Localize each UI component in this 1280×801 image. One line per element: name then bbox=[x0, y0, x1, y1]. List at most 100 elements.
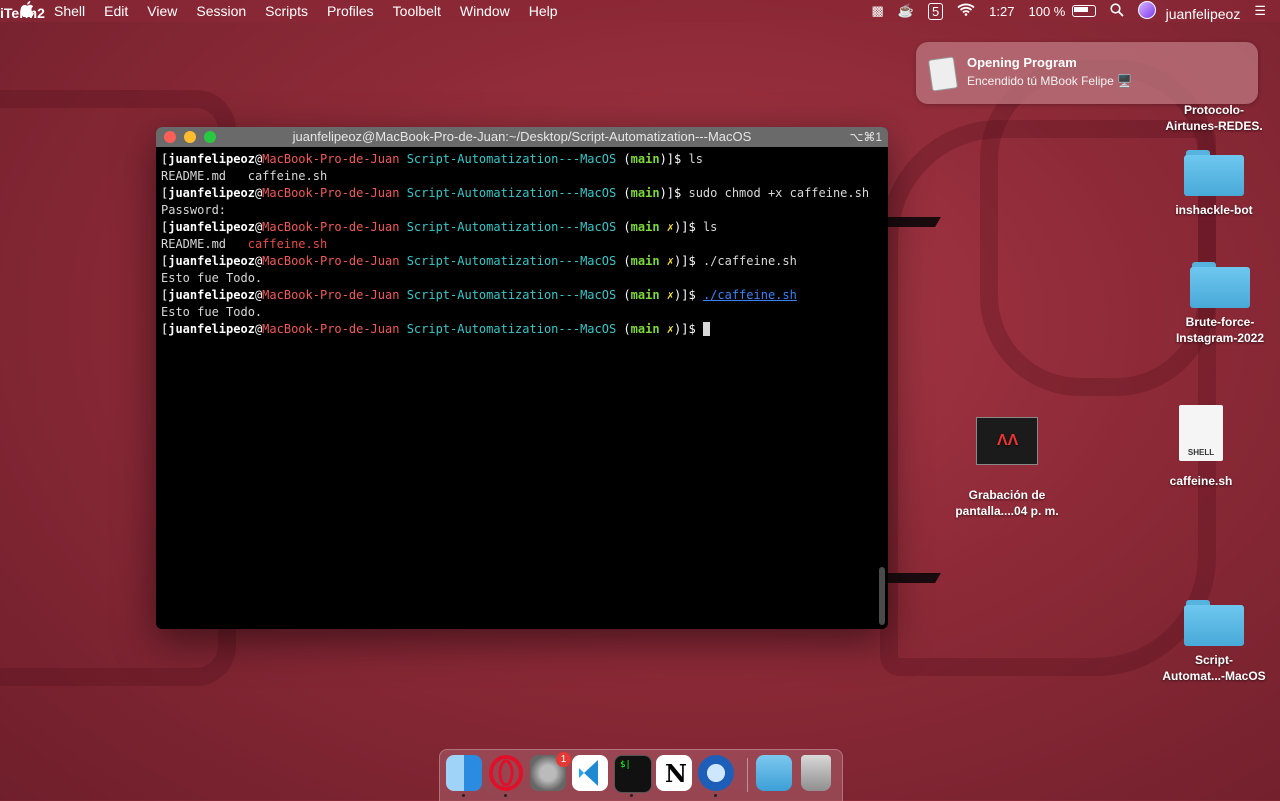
desktop-icon-screen-recording[interactable]: ΛΛ Grabación de pantalla....04 p. m. bbox=[952, 417, 1062, 519]
menu-scripts[interactable]: Scripts bbox=[265, 3, 308, 19]
output-line: Password: bbox=[161, 202, 872, 219]
command-text: ls bbox=[688, 152, 703, 166]
menu-view[interactable]: View bbox=[147, 3, 177, 19]
desktop-icon-label: Grabación de pantalla....04 p. m. bbox=[955, 488, 1059, 518]
desktop-icon-inshackle-bot[interactable]: inshackle-bot bbox=[1159, 150, 1269, 218]
notification-badge: 1 bbox=[556, 752, 571, 767]
prompt-suffix: )]$ bbox=[674, 220, 703, 234]
git-dirty-mark: ✗ bbox=[666, 220, 675, 234]
avatar bbox=[1137, 0, 1156, 19]
prompt-directory: Script-Automatization---MacOS bbox=[406, 220, 617, 234]
battery-status[interactable]: 100 % bbox=[1028, 4, 1096, 19]
window-titlebar[interactable]: juanfelipeoz@MacBook-Pro-de-Juan:~/Deskt… bbox=[156, 127, 888, 147]
notion-icon[interactable]: N bbox=[656, 755, 692, 791]
desktop-icon-label: inshackle-bot bbox=[1175, 203, 1253, 217]
terminal-screen[interactable]: [juanfelipeoz@MacBook-Pro-de-Juan Script… bbox=[161, 151, 872, 629]
vscode-icon[interactable] bbox=[572, 755, 608, 791]
opera-icon[interactable] bbox=[488, 755, 524, 791]
git-branch: main bbox=[630, 288, 660, 302]
menu-session[interactable]: Session bbox=[196, 3, 246, 19]
user-account-menu[interactable]: juanfelipeoz bbox=[1137, 0, 1240, 22]
prompt-line: [juanfelipeoz@MacBook-Pro-de-Juan Script… bbox=[161, 253, 872, 270]
git-branch: main bbox=[630, 220, 660, 234]
prompt-paren: ( bbox=[616, 288, 631, 302]
desktop-icon-label: Protocolo- Airtunes-REDES. bbox=[1165, 103, 1263, 133]
file-entry: README.md bbox=[161, 237, 227, 251]
git-dirty-mark: ✗ bbox=[666, 288, 675, 302]
git-branch: main bbox=[630, 254, 660, 268]
folder-icon bbox=[1184, 150, 1244, 196]
zoom-button[interactable] bbox=[204, 131, 216, 143]
output-line: README.md caffeine.sh bbox=[161, 168, 872, 185]
prompt-host: MacBook-Pro-de-Juan bbox=[262, 186, 400, 200]
prompt-line: [juanfelipeoz@MacBook-Pro-de-Juan Script… bbox=[161, 219, 872, 236]
quicktime-icon[interactable] bbox=[698, 755, 734, 791]
applications-folder-icon[interactable] bbox=[756, 755, 792, 791]
prompt-user: juanfelipeoz bbox=[168, 220, 255, 234]
file-entry: caffeine.sh bbox=[247, 169, 328, 183]
menu-toolbelt[interactable]: Toolbelt bbox=[393, 3, 441, 19]
desktop-icon-protocolo-airtunes[interactable]: Protocolo- Airtunes-REDES. bbox=[1159, 60, 1269, 134]
menu-help[interactable]: Help bbox=[529, 3, 558, 19]
folder-icon bbox=[1190, 262, 1250, 308]
folder-icon bbox=[1184, 600, 1244, 646]
prompt-host: MacBook-Pro-de-Juan bbox=[262, 152, 400, 166]
desktop-icon-script-automatization[interactable]: Script- Automat...-MacOS bbox=[1159, 600, 1269, 684]
notification-center-icon[interactable]: ▩ bbox=[871, 3, 883, 19]
git-branch: main bbox=[630, 152, 660, 166]
battery-percent: 100 % bbox=[1028, 3, 1066, 19]
desktop-icon-caffeine-sh[interactable]: SHELL caffeine.sh bbox=[1146, 405, 1256, 489]
prompt-suffix: )]$ bbox=[674, 288, 703, 302]
close-button[interactable] bbox=[164, 131, 176, 143]
clock-time[interactable]: 1:27 bbox=[989, 4, 1014, 19]
running-indicator bbox=[714, 794, 717, 797]
shell-script-icon: SHELL bbox=[1179, 405, 1223, 461]
status-count-badge[interactable]: 5 bbox=[927, 2, 944, 20]
output-line: Esto fue Todo. bbox=[161, 270, 872, 287]
prompt-user: juanfelipeoz bbox=[168, 322, 255, 336]
window-title: juanfelipeoz@MacBook-Pro-de-Juan:~/Deskt… bbox=[292, 129, 752, 144]
finder-icon[interactable] bbox=[446, 755, 482, 791]
script-editor-icon bbox=[927, 56, 959, 92]
wifi-icon[interactable] bbox=[957, 3, 975, 19]
scrollbar[interactable] bbox=[879, 567, 885, 625]
iterm-window[interactable]: juanfelipeoz@MacBook-Pro-de-Juan:~/Deskt… bbox=[156, 127, 888, 629]
menu-app-name[interactable]: iTerm2 bbox=[0, 5, 45, 41]
menu-edit[interactable]: Edit bbox=[104, 3, 128, 19]
prompt-user: juanfelipeoz bbox=[168, 152, 255, 166]
menu-shell[interactable]: Shell bbox=[54, 3, 85, 19]
running-indicator bbox=[504, 794, 507, 797]
menu-window[interactable]: Window bbox=[460, 3, 510, 19]
command-text: ./caffeine.sh bbox=[702, 254, 797, 268]
prompt-user: juanfelipeoz bbox=[168, 254, 255, 268]
system-preferences-icon[interactable]: 1 bbox=[530, 752, 571, 791]
caffeine-cup-icon[interactable]: ☕ bbox=[898, 3, 914, 19]
prompt-host: MacBook-Pro-de-Juan bbox=[262, 288, 400, 302]
running-indicator bbox=[630, 794, 633, 797]
trash-icon[interactable] bbox=[801, 755, 831, 791]
prompt-paren: ( bbox=[616, 254, 631, 268]
prompt-host: MacBook-Pro-de-Juan bbox=[262, 254, 400, 268]
git-branch: main bbox=[630, 322, 660, 336]
file-entry: caffeine.sh bbox=[247, 237, 328, 251]
minimize-button[interactable] bbox=[184, 131, 196, 143]
prompt-host: MacBook-Pro-de-Juan bbox=[262, 220, 400, 234]
desktop-icon-label: caffeine.sh bbox=[1169, 474, 1233, 488]
prompt-line: [juanfelipeoz@MacBook-Pro-de-Juan Script… bbox=[161, 287, 872, 304]
spotlight-search-icon[interactable] bbox=[1110, 2, 1124, 20]
prompt-directory: Script-Automatization---MacOS bbox=[406, 152, 617, 166]
desktop-icon-brute-force-instagram[interactable]: Brute-force- Instagram-2022 bbox=[1165, 262, 1275, 346]
control-list-icon[interactable]: ☰ bbox=[1254, 3, 1266, 19]
menu-profiles[interactable]: Profiles bbox=[327, 3, 374, 19]
output-line: README.md caffeine.sh bbox=[161, 236, 872, 253]
iterm-icon[interactable]: $| bbox=[614, 755, 652, 793]
git-dirty-mark: ✗ bbox=[666, 322, 675, 336]
